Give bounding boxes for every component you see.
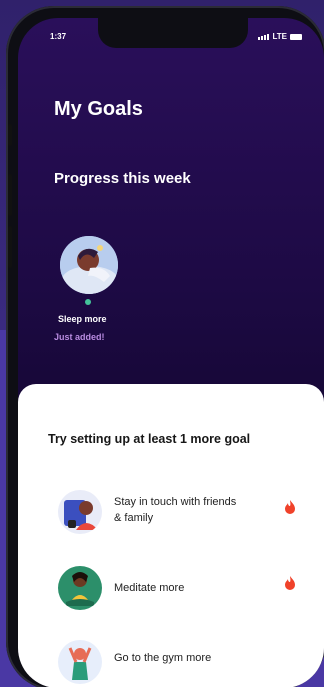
- gym-avatar: [58, 640, 102, 684]
- stretching-person-icon: [58, 640, 102, 684]
- side-button: [8, 226, 12, 268]
- goal-status: Just added!: [54, 332, 105, 342]
- signal-icon: [258, 33, 270, 40]
- suggestions-sheet: Try setting up at least 1 more goal Stay…: [18, 384, 324, 687]
- suggestion-label: Go to the gym more: [114, 652, 212, 664]
- goal-name: Sleep more: [58, 314, 107, 324]
- suggestion-gym[interactable]: Go to the gym more: [18, 636, 324, 687]
- friends-family-avatar: [58, 490, 102, 534]
- page-title: My Goals: [54, 98, 143, 120]
- side-button: [8, 124, 12, 146]
- flame-icon: [285, 576, 295, 590]
- battery-icon: [290, 33, 302, 40]
- network-label: LTE: [272, 32, 287, 41]
- status-indicators: LTE: [258, 32, 302, 41]
- suggestion-stay-in-touch[interactable]: Stay in touch with friends & family: [18, 486, 324, 556]
- status-bar: 1:37 LTE: [18, 18, 324, 48]
- friends-call-icon: [58, 490, 102, 534]
- progress-heading: Progress this week: [54, 170, 191, 187]
- suggestion-label: Stay in touch with friends & family: [114, 496, 237, 524]
- sleeping-person-icon: [60, 236, 118, 294]
- suggestion-meditate[interactable]: Meditate more: [18, 562, 324, 632]
- sleep-goal-avatar[interactable]: [60, 236, 118, 294]
- app-screen: 1:37 LTE My Goals Progress this week Sle…: [18, 18, 324, 687]
- suggestions-heading: Try setting up at least 1 more goal: [48, 432, 251, 446]
- phone-frame: 1:37 LTE My Goals Progress this week Sle…: [6, 6, 324, 687]
- status-time: 1:37: [50, 32, 67, 41]
- suggestion-label: Meditate more: [114, 582, 185, 594]
- meditate-avatar: [58, 566, 102, 610]
- flame-icon: [285, 500, 295, 514]
- meditating-person-icon: [58, 566, 102, 610]
- active-indicator-dot: [85, 299, 91, 305]
- side-button: [8, 174, 12, 216]
